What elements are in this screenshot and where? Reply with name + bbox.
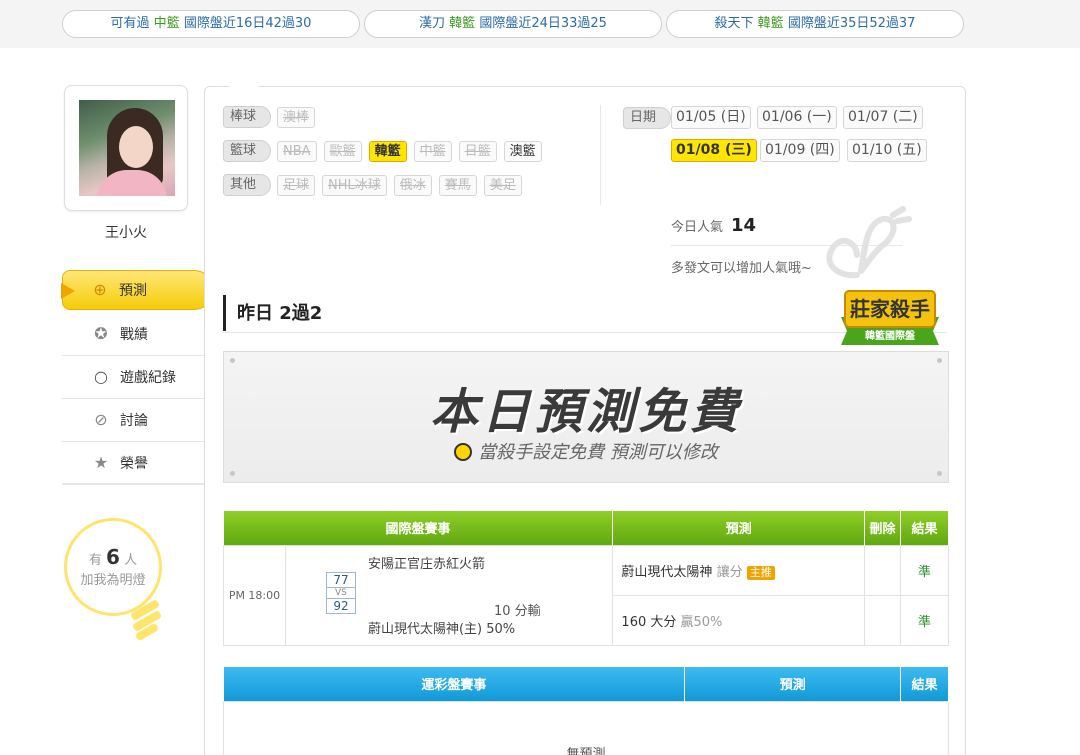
ticker-item[interactable]: 漢刀 韓籃 國際盤近24日33過25 — [364, 10, 662, 38]
chat-icon: ⊘ — [94, 410, 108, 429]
ring-icon: ○ — [94, 367, 108, 386]
nav-item-record[interactable]: ✪ 戰績 — [62, 313, 204, 356]
follower-count: 6 — [106, 545, 120, 569]
popularity-value: 14 — [731, 215, 757, 236]
match-cell: 77 VS 92 安陽正官庄赤紅火箭 10 分輸 蔚山現代太陽神(主) 50% — [284, 544, 614, 646]
filter-row-basketball: 籃球 NBA 歐籃 韓籃 中籃 日籃 澳籃 — [223, 139, 549, 163]
chip-china-basketball[interactable]: 中籃 — [413, 140, 452, 162]
star-award-icon: ★ — [93, 453, 109, 472]
butterfly-deco-icon — [826, 206, 912, 279]
nav-item-discussion[interactable]: ⊘ 討論 — [62, 399, 204, 442]
nav-item-honor[interactable]: ★ 榮譽 — [62, 442, 204, 485]
chip-nhl[interactable]: NHL冰球 — [322, 174, 387, 196]
chip-american-football[interactable]: 美足 — [483, 174, 522, 196]
username[interactable]: 王小火 — [64, 222, 188, 242]
scallop-divider — [0, 40, 1080, 54]
bulb-base-icon — [131, 600, 161, 640]
free-prediction-banner: 本日預測免費 當殺手設定免費 預測可以修改 — [223, 351, 949, 483]
chip-japan-basketball[interactable]: 日籃 — [458, 140, 497, 162]
avatar[interactable] — [79, 100, 175, 196]
filter-row-other: 其他 足球 NHL冰球 俄冰 賽馬 美足 — [223, 173, 529, 197]
result-cell: 準 — [900, 544, 949, 596]
nav-label: 榮譽 — [120, 456, 148, 472]
filter-row-baseball: 棒球 澳棒 — [223, 105, 322, 129]
team-away[interactable]: 安陽正官庄赤紅火箭 — [368, 556, 498, 574]
date-chip[interactable]: 01/10 (五) — [847, 139, 927, 162]
result-cell: 準 — [900, 594, 949, 646]
bookie-killer-badge-icon: 莊家殺手 韓籃國際盤 — [841, 290, 939, 345]
table-row: PM 18:00 77 VS 92 安陽正官庄赤紅火箭 10 分輸 蔚山現代太陽… — [223, 544, 949, 646]
avatar-frame — [64, 85, 188, 211]
ticker-item[interactable]: 可有過 中籃 國際盤近16日42過30 — [62, 10, 360, 38]
delete-cell — [864, 594, 902, 646]
date-label: 日期 — [623, 107, 672, 129]
chip-nba[interactable]: NBA — [277, 140, 317, 162]
chip-horse-racing[interactable]: 賽馬 — [438, 174, 477, 196]
badge-title: 莊家殺手 — [850, 297, 930, 321]
ticker-item[interactable]: 殺天下 韓籃 國際盤近35日52過37 — [666, 10, 964, 38]
team-home[interactable]: 蔚山現代太陽神(主) 50% — [368, 618, 515, 637]
prediction-cell: 蔚山現代太陽神 讓分 主推 — [612, 544, 866, 596]
date-chip[interactable]: 01/09 (四) — [760, 139, 840, 162]
chip-soccer[interactable]: 足球 — [277, 174, 316, 196]
filter-divider — [600, 105, 601, 205]
filter-label-other: 其他 — [223, 174, 272, 196]
date-chip[interactable]: 01/07 (二) — [843, 106, 923, 129]
nav-label: 遊戲紀錄 — [120, 370, 176, 386]
score-home: 77 — [333, 572, 349, 587]
date-chip-selected[interactable]: 01/08 (三) — [671, 139, 757, 162]
banner-subtitle: 當殺手設定免費 預測可以修改 — [478, 442, 718, 463]
chip-euro-basketball[interactable]: 歐籃 — [323, 140, 362, 162]
chip-aus-baseball[interactable]: 澳棒 — [277, 106, 316, 128]
banner-title: 本日預測免費 — [429, 384, 742, 440]
scoreboard: 77 VS 92 — [325, 571, 356, 614]
col-header-result: 結果 — [900, 511, 949, 545]
intl-odds-table: 國際盤賽事 預測 刪除 結果 PM 18:00 77 VS 92 安陽正官庄赤紅… — [223, 511, 949, 646]
delete-cell — [864, 544, 902, 596]
popularity: 今日人氣 14 — [671, 215, 757, 236]
nav-label: 預測 — [119, 283, 147, 299]
col-header-delete: 刪除 — [864, 511, 902, 545]
lightbulb-icon — [454, 443, 473, 461]
nav-label: 討論 — [120, 413, 148, 429]
col-header-pred: 預測 — [612, 511, 866, 545]
nav-label: 戰績 — [120, 327, 148, 343]
filter-label-baseball: 棒球 — [223, 106, 272, 128]
date-chip[interactable]: 01/06 (一) — [757, 106, 837, 129]
col-header-match: 國際盤賽事 — [223, 511, 614, 545]
side-nav: ⊕ 預測 ✪ 戰績 ○ 遊戲紀錄 ⊘ 討論 ★ 榮譽 — [61, 270, 214, 485]
col-header-match: 運彩盤賽事 — [223, 667, 686, 701]
target-icon: ⊕ — [93, 280, 107, 299]
chip-russia-hockey[interactable]: 俄冰 — [393, 174, 432, 196]
main-panel: 棒球 澳棒 籃球 NBA 歐籃 韓籃 中籃 日籃 澳籃 其他 足球 NHL冰球 … — [204, 86, 966, 755]
handicap-line: 10 分輸 — [493, 603, 541, 619]
col-header-result: 結果 — [900, 667, 949, 701]
game-time: PM 18:00 — [223, 544, 286, 646]
table-header-row: 國際盤賽事 預測 刪除 結果 — [223, 511, 949, 545]
prediction-cell: 160 大分 贏50% — [612, 594, 866, 646]
badge-subtitle: 韓籃國際盤 — [865, 329, 916, 342]
popularity-hint: 多發文可以增加人氣哦~ — [671, 261, 812, 276]
medal-icon: ✪ — [94, 324, 108, 343]
lottery-odds-table: 運彩盤賽事 預測 結果 無預測 — [223, 667, 949, 755]
col-header-pred: 預測 — [684, 667, 902, 701]
table-row: 無預測 — [223, 700, 949, 755]
chip-aus-basketball[interactable]: 澳籃 — [503, 140, 542, 162]
nav-item-game-log[interactable]: ○ 遊戲紀錄 — [62, 356, 204, 399]
nav-item-predict[interactable]: ⊕ 預測 — [61, 270, 214, 310]
no-prediction-text: 無預測 — [223, 700, 949, 755]
score-away: 92 — [333, 598, 349, 613]
follower-label: 加我為明燈 — [80, 573, 146, 588]
filter-label-basketball: 籃球 — [223, 140, 272, 162]
chip-korea-basketball[interactable]: 韓籃 — [368, 140, 407, 162]
nav-divider — [62, 483, 204, 484]
main-pick-badge: 主推 — [746, 565, 775, 580]
yesterday-text: 昨日 2過2 — [237, 303, 323, 324]
table-header-row: 運彩盤賽事 預測 結果 — [223, 667, 949, 701]
date-chip[interactable]: 01/05 (日) — [671, 106, 751, 129]
